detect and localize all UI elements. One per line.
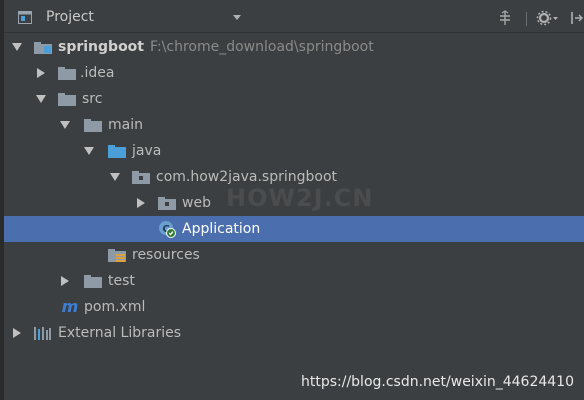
tree-item-label: resources xyxy=(132,247,200,263)
expanded-arrow-icon[interactable] xyxy=(84,146,94,156)
folder-icon xyxy=(58,67,76,80)
tree-item-application[interactable]: C Application xyxy=(4,216,584,242)
toolbar-separator xyxy=(526,12,527,26)
tree-item-src[interactable]: src xyxy=(4,86,584,112)
collapsed-arrow-icon[interactable] xyxy=(136,198,146,208)
tree-item-external-libraries[interactable]: External Libraries xyxy=(4,320,584,346)
tree-item-label: Application xyxy=(182,221,261,237)
tree-item-label: pom.xml xyxy=(84,299,146,315)
collapse-all-icon[interactable] xyxy=(497,10,513,26)
tree-item-label: test xyxy=(108,273,135,289)
expanded-arrow-icon[interactable] xyxy=(12,42,22,52)
collapsed-arrow-icon[interactable] xyxy=(60,276,70,286)
tree-item-test[interactable]: test xyxy=(4,268,584,294)
svg-text:m: m xyxy=(62,299,79,315)
watermark: HOW2J.CN xyxy=(226,184,374,212)
tree-item-resources[interactable]: resources xyxy=(4,242,584,268)
tree-item-springboot[interactable]: springboot F:\chrome_download\springboot xyxy=(4,34,584,60)
project-panel-header: Project xyxy=(4,4,584,33)
project-path: F:\chrome_download\springboot xyxy=(150,39,374,55)
expanded-arrow-icon[interactable] xyxy=(60,120,70,130)
collapsed-arrow-icon[interactable] xyxy=(36,68,46,78)
tree-item-main[interactable]: main xyxy=(4,112,584,138)
dropdown-arrow-icon[interactable] xyxy=(232,12,242,22)
panel-title[interactable]: Project xyxy=(46,9,94,25)
tree-item-label: web xyxy=(182,195,211,211)
tree-item-label: java xyxy=(132,143,162,159)
tree-item-label: src xyxy=(82,91,103,107)
source-folder-icon xyxy=(108,145,126,158)
tree-item-idea[interactable]: .idea xyxy=(4,60,584,86)
project-tree: springboot F:\chrome_download\springboot … xyxy=(4,34,584,400)
module-folder-icon xyxy=(34,42,52,54)
expanded-arrow-icon[interactable] xyxy=(110,172,120,182)
package-icon xyxy=(132,171,150,184)
tree-item-label: springboot xyxy=(58,39,144,55)
expanded-arrow-icon[interactable] xyxy=(36,94,46,104)
collapsed-arrow-icon[interactable] xyxy=(12,328,22,338)
tree-item-label: idea xyxy=(84,65,115,81)
project-view-icon[interactable] xyxy=(18,11,32,24)
tree-item-label: main xyxy=(108,117,143,133)
folder-icon xyxy=(84,119,102,132)
image-credit-url: https://blog.csdn.net/weixin_44624410 xyxy=(300,374,574,390)
tree-item-java[interactable]: java xyxy=(4,138,584,164)
resources-folder-icon xyxy=(108,249,126,262)
settings-gear-icon[interactable] xyxy=(536,10,560,26)
package-icon xyxy=(158,197,176,210)
folder-icon xyxy=(58,93,76,106)
maven-icon: m xyxy=(62,299,79,315)
folder-icon xyxy=(84,275,102,288)
libraries-icon xyxy=(34,327,51,340)
tree-item-pom[interactable]: m pom.xml xyxy=(4,294,584,320)
tree-item-label: External Libraries xyxy=(58,325,181,341)
spring-boot-class-icon: C xyxy=(159,221,176,238)
hide-panel-icon[interactable] xyxy=(570,10,584,26)
